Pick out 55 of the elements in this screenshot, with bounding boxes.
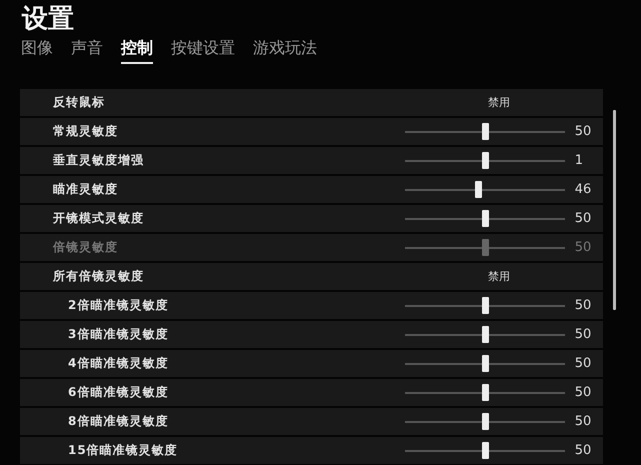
setting-value: 1 [574,153,584,168]
setting-value: 50 [574,385,592,400]
setting-value: 50 [574,211,592,226]
setting-value: 46 [574,182,592,197]
setting-row[interactable]: 所有倍镜灵敏度 禁用 [20,263,603,290]
setting-label: 所有倍镜灵敏度 [52,268,145,285]
setting-label: 6倍瞄准镜灵敏度 [67,384,170,401]
setting-row[interactable]: 6倍瞄准镜灵敏度 50 [20,379,603,406]
setting-row[interactable]: 8倍瞄准镜灵敏度 50 [20,408,603,435]
setting-label: 垂直灵敏度增强 [52,152,145,169]
setting-row[interactable]: 开镜模式灵敏度 50 [20,205,603,232]
setting-value: 50 [574,327,592,342]
setting-label: 8倍瞄准镜灵敏度 [67,413,170,430]
setting-row[interactable]: 垂直灵敏度增强 1 [20,147,603,174]
setting-value[interactable]: 禁用 [439,95,559,110]
slider-thumb[interactable] [482,152,489,168]
setting-value: 50 [574,298,592,313]
setting-label: 常规灵敏度 [52,123,119,140]
slider-thumb[interactable] [482,384,489,400]
setting-label: 开镜模式灵敏度 [52,210,145,227]
tab[interactable]: 按键设置 [171,38,235,64]
setting-value: 50 [574,240,592,255]
setting-label: 4倍瞄准镜灵敏度 [67,355,170,372]
setting-value[interactable]: 禁用 [439,269,559,284]
slider-thumb[interactable] [482,122,489,140]
slider-thumb[interactable] [482,442,489,458]
setting-row[interactable]: 3倍瞄准镜灵敏度 50 [20,321,603,348]
scrollbar[interactable] [613,110,616,310]
slider-thumb[interactable] [482,354,489,372]
setting-row[interactable]: 2倍瞄准镜灵敏度 50 [20,292,603,319]
slider-thumb[interactable] [482,326,489,342]
setting-value: 50 [574,414,592,429]
slider-thumb[interactable] [482,210,489,226]
setting-label: 瞄准灵敏度 [52,181,119,198]
setting-label: 3倍瞄准镜灵敏度 [67,326,170,343]
setting-label: 2倍瞄准镜灵敏度 [67,297,170,314]
page-title: 设置 [20,3,75,36]
setting-value: 50 [574,356,592,371]
tab[interactable]: 图像 [21,38,53,64]
setting-row[interactable]: 瞄准灵敏度 46 [20,176,603,203]
setting-label: 倍镜灵敏度 [52,239,119,256]
slider-thumb[interactable] [482,296,489,314]
setting-value: 50 [574,124,592,139]
slider-thumb[interactable] [475,180,482,198]
setting-label: 反转鼠标 [52,94,106,111]
tab[interactable]: 声音 [71,38,103,64]
setting-row[interactable]: 反转鼠标 禁用 [20,89,603,116]
slider-thumb[interactable] [482,412,489,430]
setting-row[interactable]: 4倍瞄准镜灵敏度 50 [20,350,603,377]
tab[interactable]: 游戏玩法 [253,38,317,64]
setting-label: 15倍瞄准镜灵敏度 [67,442,179,459]
setting-row[interactable]: 常规灵敏度 50 [20,118,603,145]
tab[interactable]: 控制 [121,38,153,64]
setting-value: 50 [574,443,592,458]
setting-row[interactable]: 15倍瞄准镜灵敏度 50 [20,437,603,464]
